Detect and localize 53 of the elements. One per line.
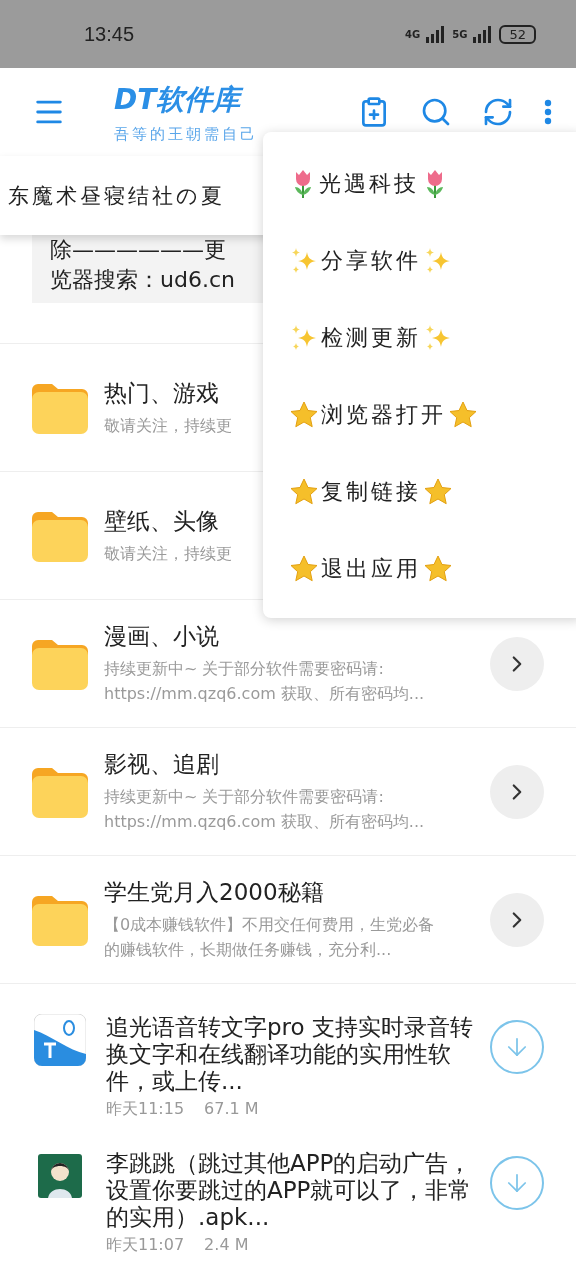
star-icon	[448, 399, 478, 430]
star-icon	[423, 476, 453, 507]
signal-icon	[473, 25, 494, 43]
folder-description: 敬请关注，持续更	[104, 542, 232, 565]
folder-description: 的赚钱软件，长期做任务赚钱，充分利...	[104, 939, 392, 961]
upload-time: 昨天11:07	[106, 1235, 185, 1256]
app-name[interactable]: 李跳跳（跳过其他APP的启动广告，设置你要跳过的APP就可以了，非常的实用）.apk...	[106, 1150, 490, 1231]
folder-description: 持续更新中~ 关于部分软件需要密码请:	[104, 658, 384, 680]
menu-item[interactable]: 退出应用	[321, 553, 421, 584]
menu-item[interactable]: 光遇科技	[319, 168, 419, 199]
folder-icon	[32, 765, 88, 818]
folder-title[interactable]: 壁纸、头像	[104, 505, 219, 537]
download-button[interactable]	[490, 1156, 544, 1210]
marquee-text: 东魔术昼寝结社の夏	[7, 182, 225, 210]
signal-icon	[426, 25, 447, 43]
status-time: 13:45	[84, 22, 135, 46]
folder-title[interactable]: 热门、游戏	[104, 377, 219, 409]
folder-description: 持续更新中~ 关于部分软件需要密码请:	[104, 786, 384, 808]
star-icon	[289, 553, 319, 584]
folder-icon	[32, 509, 88, 562]
refresh-icon	[482, 96, 514, 128]
menu-item[interactable]: 复制链接	[321, 476, 421, 507]
folder-icon	[32, 381, 88, 434]
download-button[interactable]	[490, 1020, 544, 1074]
folder-icon	[32, 637, 88, 690]
search-icon	[420, 96, 452, 128]
menu-item[interactable]: 浏览器打开	[321, 399, 446, 430]
network-label: 5G	[452, 28, 468, 40]
star-icon	[289, 399, 319, 430]
battery-level: 52	[499, 24, 536, 44]
upload-time: 昨天11:15	[106, 1099, 185, 1120]
app-title: DT软件库	[114, 80, 332, 119]
star-icon	[289, 476, 319, 507]
network-label: 4G	[405, 28, 421, 40]
app-subtitle: 吾等的王朝需自己	[114, 124, 259, 144]
folder-icon	[32, 893, 88, 946]
star-icon	[423, 553, 453, 584]
more-icon	[544, 99, 552, 125]
file-size: 2.4 M	[204, 1235, 249, 1256]
folder-description: https://mm.qzq6.com 获取、所有密码均...	[104, 811, 425, 833]
folder-title[interactable]: 漫画、小说	[104, 621, 219, 652]
notice-text: 除——————更	[50, 236, 227, 264]
folder-title[interactable]: 影视、追剧	[104, 749, 219, 780]
folder-description: https://mm.qzq6.com 获取、所有密码均...	[104, 683, 425, 705]
app-icon	[34, 1014, 86, 1066]
file-size: 67.1 M	[204, 1099, 259, 1120]
menu-item[interactable]: 检测更新	[321, 322, 421, 353]
menu-item[interactable]: 分享软件	[321, 245, 421, 276]
notice-text: 览器搜索：ud6.cn	[50, 266, 236, 294]
folder-description: 敬请关注，持续更	[104, 414, 232, 437]
folder-title[interactable]: 学生党月入2000秘籍	[104, 877, 324, 908]
app-name[interactable]: 追光语音转文字pro 支持实时录音转换文字和在线翻译功能的实用性软件，或上传...	[106, 1014, 490, 1095]
folder-description: 【0成本赚钱软件】不用交任何费用，生党必备	[104, 914, 435, 936]
